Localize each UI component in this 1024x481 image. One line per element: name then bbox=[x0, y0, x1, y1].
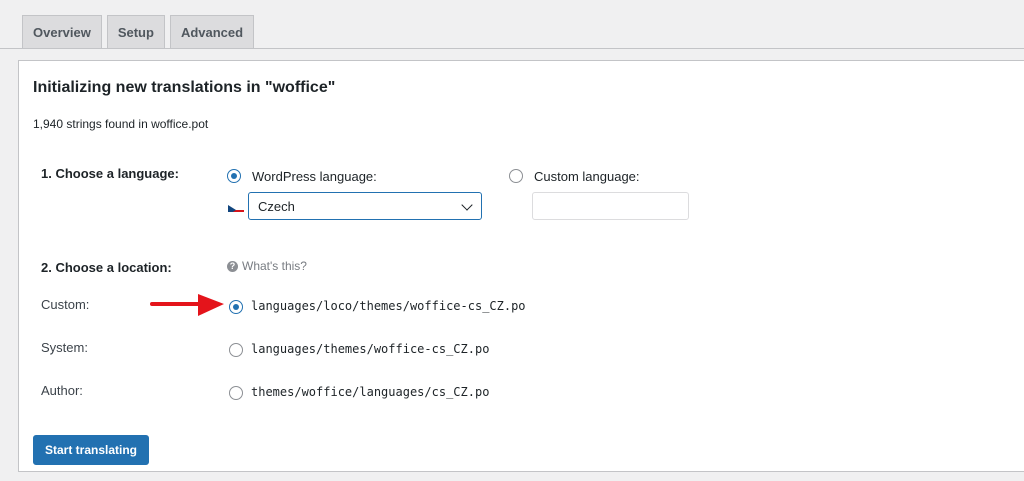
location-section-label: 2. Choose a location: bbox=[41, 260, 172, 275]
custom-language-input[interactable] bbox=[532, 192, 689, 220]
tab-bar: Overview Setup Advanced bbox=[22, 15, 255, 48]
tab-advanced[interactable]: Advanced bbox=[169, 15, 255, 48]
tab-overview[interactable]: Overview bbox=[22, 15, 102, 48]
tab-setup[interactable]: Setup bbox=[106, 15, 165, 48]
location-custom-path: languages/loco/themes/woffice-cs_CZ.po bbox=[251, 299, 526, 313]
location-author-radio[interactable] bbox=[229, 386, 243, 400]
question-circle-icon: ? bbox=[227, 261, 238, 272]
wordpress-language-label: WordPress language: bbox=[252, 169, 377, 184]
page-title: Initializing new translations in "woffic… bbox=[33, 79, 336, 96]
location-custom-radio[interactable] bbox=[229, 300, 243, 314]
strings-count: 1,940 strings found in woffice.pot bbox=[33, 117, 209, 131]
setup-panel: Initializing new translations in "woffic… bbox=[18, 60, 1024, 472]
location-system-path: languages/themes/woffice-cs_CZ.po bbox=[251, 342, 490, 356]
czech-flag-icon bbox=[228, 202, 244, 212]
location-system-label: System: bbox=[41, 340, 88, 355]
location-author-label: Author: bbox=[41, 383, 83, 398]
start-translating-button[interactable]: Start translating bbox=[33, 435, 149, 465]
custom-language-radio[interactable] bbox=[509, 169, 523, 183]
selected-language: Czech bbox=[258, 198, 295, 214]
tab-divider bbox=[0, 48, 1024, 49]
custom-language-label: Custom language: bbox=[534, 169, 640, 184]
red-arrow-icon bbox=[150, 294, 224, 316]
chevron-down-icon bbox=[461, 199, 473, 211]
language-section-label: 1. Choose a language: bbox=[41, 166, 179, 181]
location-author-path: themes/woffice/languages/cs_CZ.po bbox=[251, 385, 490, 399]
wordpress-language-select[interactable]: Czech bbox=[248, 192, 482, 220]
location-system-radio[interactable] bbox=[229, 343, 243, 357]
wordpress-language-radio[interactable] bbox=[227, 169, 241, 183]
location-custom-label: Custom: bbox=[41, 297, 90, 312]
whats-this-link[interactable]: What's this? bbox=[242, 259, 307, 273]
